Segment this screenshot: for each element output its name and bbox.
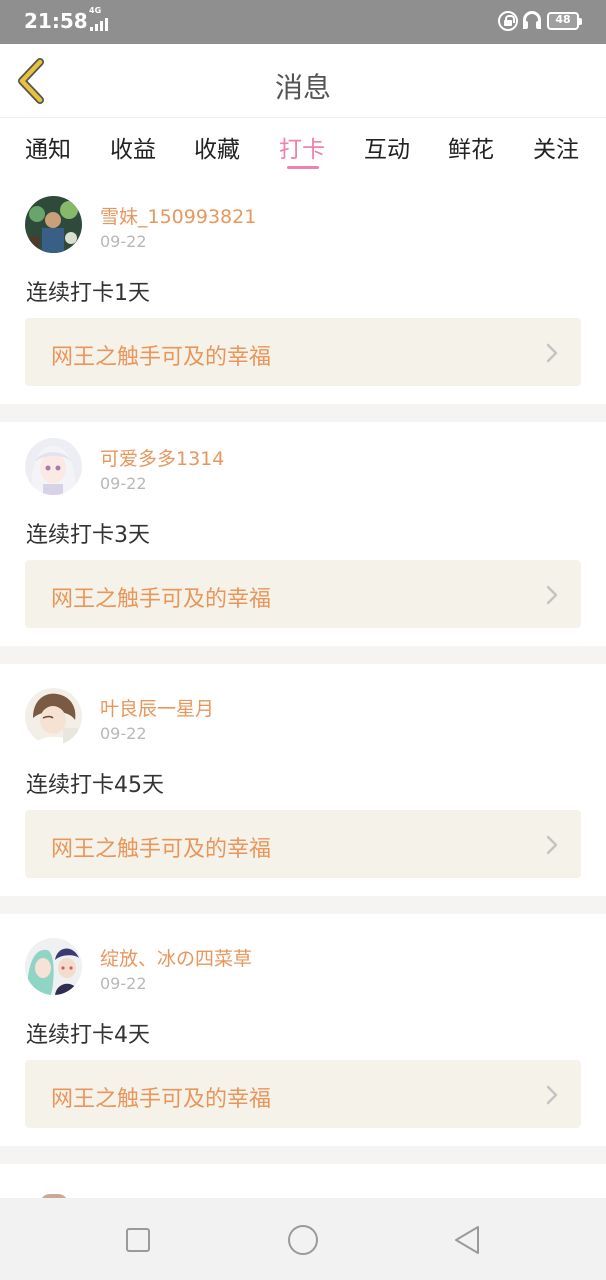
avatar[interactable] bbox=[25, 938, 82, 995]
book-link[interactable]: 网王之触手可及的幸福 bbox=[25, 1060, 581, 1128]
checkin-card: 绽放、冰の四菜草 09-22 连续打卡4天 网王之触手可及的幸福 bbox=[0, 922, 606, 1146]
book-title: 网王之触手可及的幸福 bbox=[51, 345, 272, 370]
triangle-back-icon[interactable] bbox=[450, 1222, 486, 1258]
date: 09-22 bbox=[100, 474, 147, 493]
battery-icon: 48 bbox=[547, 12, 582, 30]
card-separator bbox=[0, 896, 606, 914]
book-link[interactable]: 网王之触手可及的幸福 bbox=[25, 318, 581, 386]
chevron-right-icon bbox=[546, 585, 558, 605]
tab-notifications[interactable]: 通知 bbox=[25, 130, 71, 164]
square-icon[interactable] bbox=[120, 1222, 156, 1258]
card-separator bbox=[0, 1146, 606, 1164]
network-type-label: 4G bbox=[89, 6, 102, 15]
checkin-text: 连续打卡3天 bbox=[26, 523, 150, 548]
tab-checkin[interactable]: 打卡 bbox=[279, 130, 325, 164]
book-title: 网王之触手可及的幸福 bbox=[51, 1087, 272, 1112]
checkin-text: 连续打卡4天 bbox=[26, 1023, 150, 1048]
checkin-card: 叶良辰一星月 09-22 连续打卡45天 网王之触手可及的幸福 bbox=[0, 672, 606, 896]
chevron-right-icon bbox=[546, 1085, 558, 1105]
checkin-text: 连续打卡45天 bbox=[26, 773, 164, 798]
username[interactable]: 叶良辰一星月 bbox=[100, 694, 214, 721]
username[interactable]: 可爱多多1314 bbox=[100, 444, 224, 471]
signal-icon: 4G bbox=[88, 6, 114, 36]
header: 消息 bbox=[0, 44, 606, 118]
date: 09-22 bbox=[100, 974, 147, 993]
tab-interactions[interactable]: 互动 bbox=[364, 130, 410, 164]
tab-follows[interactable]: 关注 bbox=[533, 130, 579, 164]
lock-icon bbox=[498, 11, 518, 31]
book-title: 网王之触手可及的幸福 bbox=[51, 587, 272, 612]
username[interactable]: 绽放、冰の四菜草 bbox=[100, 944, 252, 971]
book-link[interactable]: 网王之触手可及的幸福 bbox=[25, 560, 581, 628]
username[interactable]: 雪妹_150993821 bbox=[100, 202, 256, 229]
tab-bar: 通知 收益 收藏 打卡 互动 鲜花 关注 bbox=[0, 118, 606, 180]
tab-earnings[interactable]: 收益 bbox=[110, 130, 156, 164]
navigation-bar bbox=[0, 1198, 606, 1280]
status-time: 21:58 bbox=[24, 9, 88, 33]
tab-favorites[interactable]: 收藏 bbox=[194, 130, 240, 164]
card-separator bbox=[0, 404, 606, 422]
avatar[interactable] bbox=[25, 688, 82, 745]
checkin-card: 雪妹_150993821 09-22 连续打卡1天 网王之触手可及的幸福 bbox=[0, 180, 606, 404]
tab-flowers[interactable]: 鲜花 bbox=[448, 130, 494, 164]
circle-icon[interactable] bbox=[285, 1222, 321, 1258]
battery-level: 48 bbox=[555, 13, 571, 26]
checkin-text: 连续打卡1天 bbox=[26, 281, 150, 306]
chevron-right-icon bbox=[546, 835, 558, 855]
chevron-right-icon bbox=[546, 343, 558, 363]
date: 09-22 bbox=[100, 724, 147, 743]
book-title: 网王之触手可及的幸福 bbox=[51, 837, 272, 862]
avatar[interactable] bbox=[25, 438, 82, 495]
page-title: 消息 bbox=[274, 71, 331, 104]
checkin-card-partial bbox=[0, 1170, 606, 1204]
checkin-card: 可爱多多1314 09-22 连续打卡3天 网王之触手可及的幸福 bbox=[0, 422, 606, 646]
active-tab-indicator bbox=[287, 166, 319, 169]
date: 09-22 bbox=[100, 232, 147, 251]
card-separator bbox=[0, 646, 606, 664]
book-link[interactable]: 网王之触手可及的幸福 bbox=[25, 810, 581, 878]
avatar[interactable] bbox=[25, 196, 82, 253]
status-bar: 21:58 4G 48 bbox=[0, 0, 606, 44]
headphone-icon bbox=[523, 11, 541, 29]
